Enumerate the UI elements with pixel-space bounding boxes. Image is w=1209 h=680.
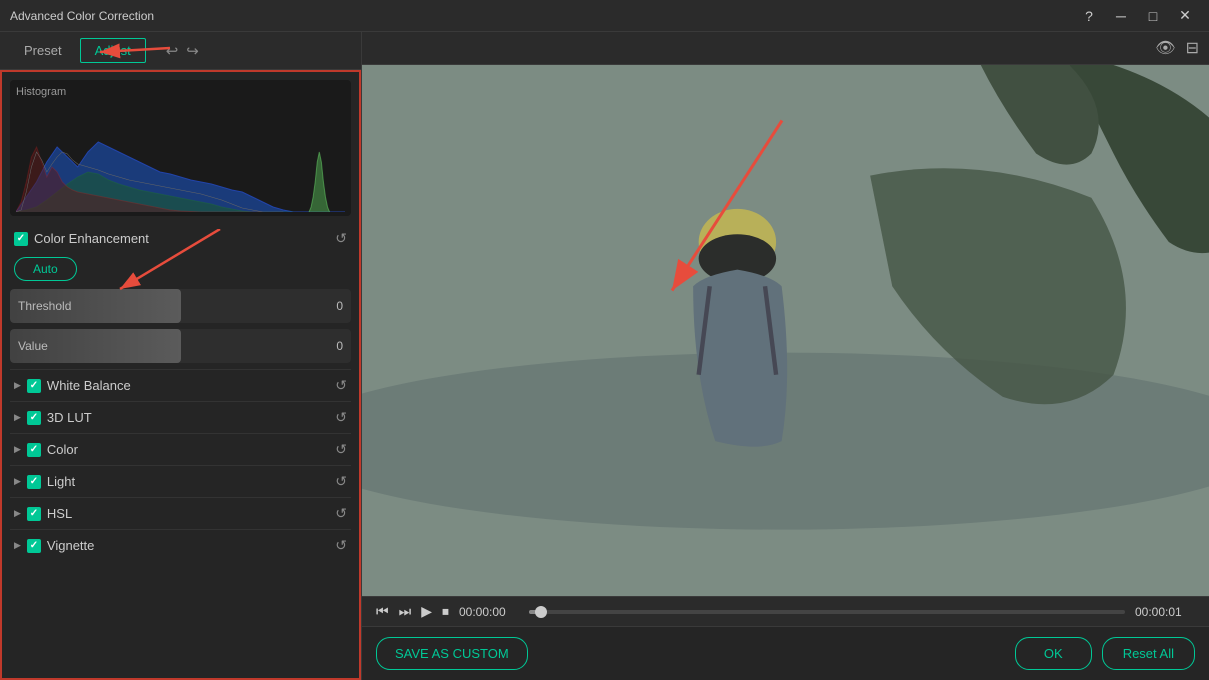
close-button[interactable]: ✕ <box>1171 6 1199 26</box>
reset-all-button[interactable]: Reset All <box>1102 637 1195 670</box>
hsl-expand-icon[interactable]: ▶ <box>14 508 21 519</box>
current-time: 00:00:00 <box>459 605 519 619</box>
left-panel: Preset Adjust ↩ ↪ Histogram <box>0 32 362 680</box>
light-left: ▶ Light <box>14 474 75 489</box>
video-preview <box>362 65 1209 596</box>
undo-redo: ↩ ↪ <box>166 42 199 60</box>
compare-icon[interactable]: ⊟ <box>1186 38 1199 58</box>
save-as-custom-button[interactable]: SAVE AS CUSTOM <box>376 637 528 670</box>
hsl-left: ▶ HSL <box>14 506 72 521</box>
light-reset[interactable]: ↺ <box>335 473 347 490</box>
color-left: ▶ Color <box>14 442 78 457</box>
main-layout: Preset Adjust ↩ ↪ Histogram <box>0 32 1209 680</box>
3d-lut-checkbox[interactable] <box>27 411 41 425</box>
ok-button[interactable]: OK <box>1015 637 1092 670</box>
right-panel: 👁 ⊟ <box>362 32 1209 680</box>
color-enhancement-left: Color Enhancement <box>14 231 149 246</box>
auto-button[interactable]: Auto <box>14 257 77 281</box>
histogram-section: Histogram <box>10 80 351 216</box>
playback-bar: ⏮ ⏭ ▶ ⏹ 00:00:00 00:00:01 <box>362 596 1209 626</box>
light-expand-icon[interactable]: ▶ <box>14 476 21 487</box>
section-light: ▶ Light ↺ <box>10 465 351 497</box>
tab-bar: Preset Adjust ↩ ↪ <box>0 32 361 70</box>
total-time: 00:00:01 <box>1135 605 1195 619</box>
seek-thumb[interactable] <box>535 606 547 618</box>
light-label: Light <box>47 474 75 489</box>
threshold-label: Threshold <box>18 299 71 313</box>
help-button[interactable]: ? <box>1075 6 1103 26</box>
threshold-slider-row[interactable]: Threshold 0 <box>10 289 351 323</box>
rewind-button[interactable]: ⏮ <box>376 603 389 620</box>
3d-lut-expand-icon[interactable]: ▶ <box>14 412 21 423</box>
3d-lut-left: ▶ 3D LUT <box>14 410 92 425</box>
threshold-value: 0 <box>336 299 343 313</box>
seek-bar[interactable] <box>529 610 1125 614</box>
hsl-label: HSL <box>47 506 72 521</box>
white-balance-reset[interactable]: ↺ <box>335 377 347 394</box>
color-enhancement-reset[interactable]: ↺ <box>335 230 347 247</box>
histogram-label: Histogram <box>16 86 345 98</box>
step-forward-button[interactable]: ⏭ <box>399 603 412 620</box>
vignette-label: Vignette <box>47 538 94 553</box>
minimize-button[interactable]: ─ <box>1107 6 1135 26</box>
value-label: Value <box>18 339 48 353</box>
undo-button[interactable]: ↩ <box>166 42 179 60</box>
color-enhancement-header: Color Enhancement ↺ <box>10 224 351 253</box>
section-vignette: ▶ Vignette ↺ <box>10 529 351 561</box>
value-value: 0 <box>336 339 343 353</box>
section-list: ▶ White Balance ↺ ▶ 3D LUT ↺ <box>10 369 351 561</box>
redo-button[interactable]: ↪ <box>186 42 199 60</box>
title-bar-controls: ? ─ □ ✕ <box>1075 6 1199 26</box>
tab-preset[interactable]: Preset <box>10 39 76 62</box>
maximize-button[interactable]: □ <box>1139 6 1167 26</box>
white-balance-left: ▶ White Balance <box>14 378 131 393</box>
white-balance-expand-icon[interactable]: ▶ <box>14 380 21 391</box>
app-title: Advanced Color Correction <box>10 9 154 23</box>
action-buttons: OK Reset All <box>1015 637 1195 670</box>
vignette-reset[interactable]: ↺ <box>335 537 347 554</box>
section-3d-lut: ▶ 3D LUT ↺ <box>10 401 351 433</box>
white-balance-checkbox[interactable] <box>27 379 41 393</box>
title-bar: Advanced Color Correction ? ─ □ ✕ <box>0 0 1209 32</box>
light-checkbox[interactable] <box>27 475 41 489</box>
play-button[interactable]: ▶ <box>421 603 432 620</box>
title-bar-left: Advanced Color Correction <box>10 9 154 23</box>
slider-container: Threshold 0 Value 0 <box>10 289 351 363</box>
3d-lut-reset[interactable]: ↺ <box>335 409 347 426</box>
section-color: ▶ Color ↺ <box>10 433 351 465</box>
vignette-checkbox[interactable] <box>27 539 41 553</box>
color-enhancement-checkbox[interactable] <box>14 232 28 246</box>
3d-lut-label: 3D LUT <box>47 410 92 425</box>
color-checkbox[interactable] <box>27 443 41 457</box>
white-balance-label: White Balance <box>47 378 131 393</box>
histogram-svg <box>16 102 345 212</box>
color-label: Color <box>47 442 78 457</box>
section-hsl: ▶ HSL ↺ <box>10 497 351 529</box>
video-scene <box>362 65 1209 596</box>
section-white-balance: ▶ White Balance ↺ <box>10 369 351 401</box>
vignette-left: ▶ Vignette <box>14 538 94 553</box>
tab-adjust[interactable]: Adjust <box>80 38 146 63</box>
hsl-reset[interactable]: ↺ <box>335 505 347 522</box>
histogram-canvas <box>16 102 345 212</box>
view-icon[interactable]: 👁 <box>1155 38 1175 58</box>
hsl-checkbox[interactable] <box>27 507 41 521</box>
right-top-bar: 👁 ⊟ <box>362 32 1209 65</box>
color-reset[interactable]: ↺ <box>335 441 347 458</box>
vignette-expand-icon[interactable]: ▶ <box>14 540 21 551</box>
action-bar: SAVE AS CUSTOM OK Reset All <box>362 626 1209 680</box>
stop-button[interactable]: ⏹ <box>442 603 449 620</box>
panel-content: Histogram <box>0 70 361 680</box>
color-expand-icon[interactable]: ▶ <box>14 444 21 455</box>
value-slider-row[interactable]: Value 0 <box>10 329 351 363</box>
color-enhancement-label: Color Enhancement <box>34 231 149 246</box>
